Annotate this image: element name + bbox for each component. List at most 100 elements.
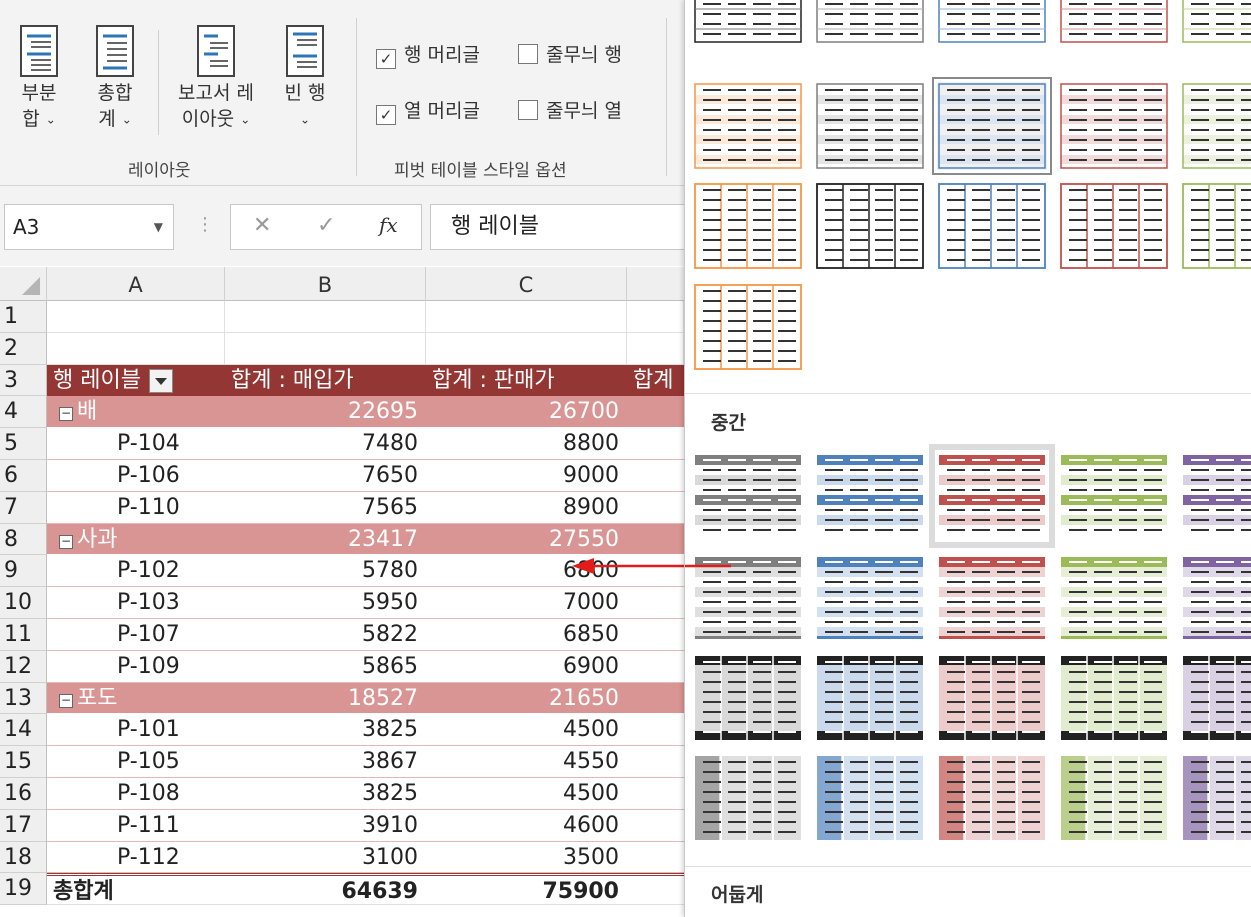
table-style-icon [939, 557, 1045, 639]
pivot-style-swatch[interactable] [1059, 654, 1169, 742]
section-label-dark: 어둡게 [711, 884, 764, 906]
blank-rows-button[interactable]: 빈 행 ⌄ [276, 24, 334, 133]
table-style-icon [695, 756, 801, 840]
insert-function-icon[interactable]: fx [379, 213, 398, 237]
pivot-style-swatch[interactable] [693, 82, 803, 170]
pivot-style-swatch[interactable] [1181, 182, 1251, 270]
pivot-style-swatch[interactable] [1059, 182, 1169, 270]
table-style-icon [1060, 83, 1168, 169]
grandtotals-button[interactable]: 총합 계 ⌄ [86, 24, 144, 133]
pivot-style-swatch[interactable] [815, 554, 925, 642]
pivot-style-swatch[interactable] [815, 82, 925, 170]
pivot-style-swatch[interactable] [937, 0, 1047, 44]
pivot-style-swatch[interactable] [815, 654, 925, 742]
pivot-style-swatch[interactable] [937, 182, 1047, 270]
pivot-style-swatch[interactable] [1181, 654, 1251, 742]
table-style-icon [1183, 557, 1251, 639]
table-style-icon [1061, 557, 1167, 639]
pivot-style-swatch[interactable] [693, 452, 803, 540]
checkbox-empty-icon [518, 44, 538, 64]
grandtotals-label-1: 총합 [97, 82, 133, 104]
pivot-style-swatch[interactable] [1059, 554, 1169, 642]
report-layout-label-1: 보고서 레 [178, 82, 254, 104]
row-headers-label: 행 머리글 [404, 44, 480, 66]
subtotals-label-2: 합 [22, 108, 40, 130]
pivot-style-swatch[interactable] [815, 0, 925, 44]
pivot-style-swatch[interactable] [937, 554, 1047, 642]
pivot-style-swatch[interactable] [693, 182, 803, 270]
blank-rows-icon [286, 25, 324, 77]
table-style-icon [1183, 756, 1251, 840]
table-style-icon [816, 183, 924, 269]
checkbox-checked-icon: ✓ [376, 49, 396, 69]
grip-dots-icon: ⋮ [196, 214, 214, 235]
table-style-icon [1183, 455, 1251, 531]
checkbox-checked-icon: ✓ [376, 105, 396, 125]
section-divider [685, 866, 1251, 867]
pivot-style-gallery: 중간 어둡게 [684, 0, 1251, 917]
pivot-style-swatch[interactable] [693, 0, 803, 44]
pivot-style-swatch[interactable] [932, 77, 1052, 175]
chevron-down-icon: ⌄ [45, 112, 56, 127]
blank-rows-label-1: 빈 행 [284, 82, 326, 104]
ribbon-separator [158, 30, 159, 135]
col-headers-checkbox[interactable]: ✓ 열 머리글 [376, 96, 480, 125]
pivot-style-swatch[interactable] [815, 754, 925, 842]
pivot-style-swatch[interactable] [1059, 82, 1169, 170]
subtotals-label-1: 부분 [21, 82, 57, 104]
formula-input[interactable]: 행 레이블 [430, 204, 684, 250]
table-style-icon [694, 83, 802, 169]
table-style-icon [1182, 183, 1251, 269]
cancel-icon[interactable]: ✕ [253, 213, 271, 238]
table-style-icon [939, 656, 1045, 740]
table-style-icon [1061, 656, 1167, 740]
col-headers-label: 열 머리글 [404, 100, 480, 122]
pivot-style-swatch[interactable] [693, 754, 803, 842]
pivot-style-swatch[interactable] [1181, 452, 1251, 540]
pivot-style-swatch[interactable] [937, 754, 1047, 842]
table-style-icon [695, 455, 801, 531]
row-headers-checkbox[interactable]: ✓ 행 머리글 [376, 40, 480, 69]
grandtotals-icon [96, 25, 134, 77]
pivot-style-swatch[interactable] [1181, 554, 1251, 642]
formula-buttons: ✕ ✓ fx [230, 204, 422, 250]
chevron-down-icon: ⌄ [121, 112, 132, 127]
table-style-icon [694, 0, 802, 43]
pivot-style-swatch[interactable] [815, 182, 925, 270]
grandtotals-label-2: 계 [98, 108, 116, 130]
table-style-icon [938, 0, 1046, 43]
pivot-style-swatch[interactable] [693, 283, 803, 371]
enter-icon[interactable]: ✓ [317, 213, 335, 238]
banded-cols-checkbox[interactable]: 줄무늬 열 [518, 96, 622, 123]
table-style-icon [817, 656, 923, 740]
table-style-icon [1182, 0, 1251, 43]
pivot-style-swatch[interactable] [1181, 754, 1251, 842]
pivot-style-swatch[interactable] [929, 444, 1055, 548]
pivot-style-swatch[interactable] [1181, 0, 1251, 44]
table-style-icon [1061, 756, 1167, 840]
banded-rows-label: 줄무늬 행 [546, 44, 622, 66]
chevron-down-icon: ⌄ [299, 112, 311, 127]
pivot-style-swatch[interactable] [1059, 0, 1169, 44]
table-style-icon [817, 557, 923, 639]
report-layout-icon [197, 25, 235, 77]
pivot-style-swatch[interactable] [937, 654, 1047, 742]
pivot-style-swatch[interactable] [1059, 452, 1169, 540]
table-style-icon [1182, 83, 1251, 169]
pivot-style-swatch[interactable] [1181, 82, 1251, 170]
pivot-style-swatch[interactable] [1059, 754, 1169, 842]
table-style-icon [817, 455, 923, 531]
pivot-style-swatch[interactable] [693, 654, 803, 742]
annotation-arrow [572, 558, 684, 574]
subtotals-button[interactable]: 부분 합 ⌄ [10, 24, 68, 133]
ribbon-separator [666, 18, 667, 176]
report-layout-button[interactable]: 보고서 레 이아웃 ⌄ [164, 24, 268, 133]
dropdown-arrow-icon[interactable]: ▼ [154, 205, 163, 249]
pivot-style-swatch[interactable] [815, 452, 925, 540]
table-style-icon [694, 183, 802, 269]
name-box[interactable]: A3 ▼ [4, 204, 174, 250]
banded-rows-checkbox[interactable]: 줄무늬 행 [518, 40, 622, 67]
formula-bar: A3 ▼ ⋮ ✕ ✓ fx 행 레이블 [0, 186, 684, 266]
style-options-group-label: 피벗 테이블 스타일 옵션 [394, 161, 567, 181]
table-style-icon [816, 0, 924, 43]
